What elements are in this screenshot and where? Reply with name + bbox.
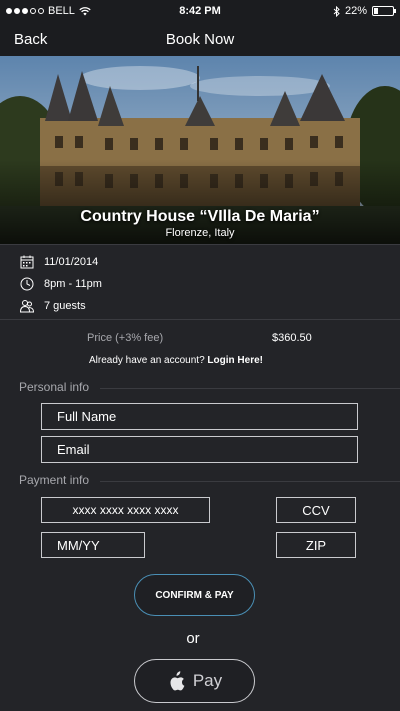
card-number-placeholder: xxxx xxxx xxxx xxxx	[72, 503, 179, 517]
venue-photo: Country House “VIlla De Maria” Florenze,…	[0, 56, 400, 244]
battery-percentage: 22%	[344, 5, 367, 17]
zip-field[interactable]: ZIP	[276, 532, 356, 558]
email-field[interactable]: Email	[41, 436, 358, 463]
full-name-field[interactable]: Full Name	[41, 403, 358, 430]
apple-logo-icon	[170, 670, 185, 690]
email-placeholder: Email	[57, 442, 90, 457]
booking-guests-row: 7 guests	[20, 299, 86, 313]
navigation-bar: Back Book Now	[0, 22, 400, 56]
expiry-field[interactable]: MM/YY	[41, 532, 145, 558]
full-name-placeholder: Full Name	[57, 409, 117, 424]
account-prompt-row: Already have an account? Login Here!	[0, 355, 352, 366]
apple-pay-label: Pay	[192, 671, 223, 690]
clock-icon	[20, 277, 34, 291]
payment-info-heading: Payment info	[19, 473, 90, 487]
booking-date-row: 11/01/2014	[20, 255, 98, 269]
battery-icon	[372, 6, 396, 16]
confirm-pay-label: CONFIRM & PAY	[155, 589, 234, 601]
section-divider	[100, 388, 400, 389]
account-prompt: Already have an account?	[89, 355, 205, 366]
booking-guests: 7 guests	[44, 300, 86, 312]
bluetooth-icon	[333, 5, 340, 17]
status-bar-right: 22%	[333, 5, 396, 17]
section-divider	[100, 481, 400, 482]
personal-info-heading: Personal info	[19, 380, 90, 394]
calendar-icon	[20, 255, 34, 269]
booking-date: 11/01/2014	[44, 256, 99, 268]
ccv-field[interactable]: CCV	[276, 497, 356, 523]
expiry-placeholder: MM/YY	[57, 537, 100, 553]
status-bar: BELL 8:42 PM 22%	[0, 0, 400, 22]
login-link[interactable]: Login Here!	[207, 355, 263, 366]
venue-name: Country House “VIlla De Maria”	[80, 208, 320, 225]
confirm-pay-button[interactable]: CONFIRM & PAY	[134, 574, 255, 616]
price-label: Price (+3% fee)	[87, 332, 164, 344]
or-separator: or	[186, 630, 200, 647]
card-number-field[interactable]: xxxx xxxx xxxx xxxx	[41, 497, 210, 523]
booking-time: 8pm - 11pm	[44, 278, 102, 290]
venue-location: Florenze, Italy	[165, 227, 235, 239]
ccv-placeholder: CCV	[302, 502, 330, 518]
zip-placeholder: ZIP	[305, 537, 327, 553]
guests-icon	[20, 300, 34, 313]
booking-time-row: 8pm - 11pm	[20, 277, 102, 291]
divider	[0, 244, 400, 245]
page-title: Book Now	[165, 31, 235, 48]
apple-pay-button[interactable]: Pay	[134, 659, 255, 703]
price-value: $360.50	[272, 332, 312, 344]
divider	[0, 319, 400, 320]
